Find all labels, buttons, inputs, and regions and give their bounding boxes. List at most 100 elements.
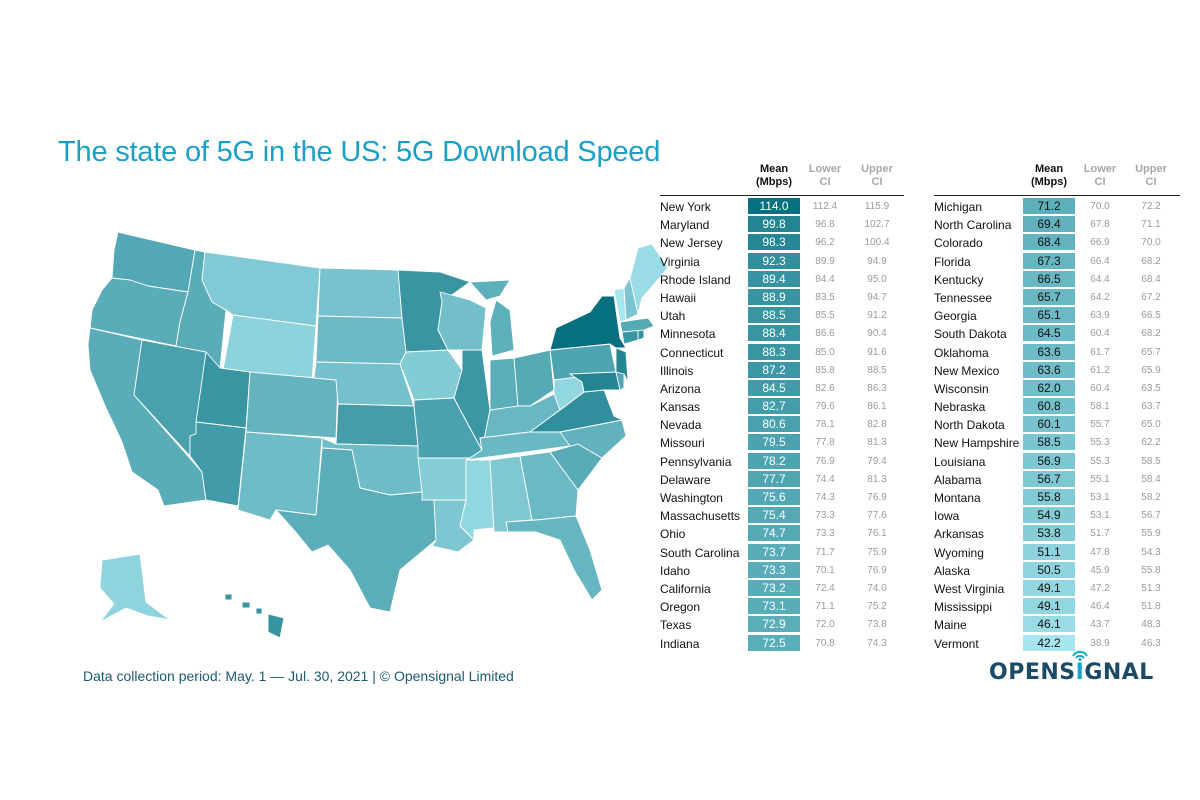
- lower-ci-value: 96.8: [815, 219, 835, 231]
- header-lower-ci: Lower CI: [808, 163, 842, 188]
- mean-speed-cell: 53.8: [1023, 525, 1075, 543]
- state-name: Indiana: [660, 636, 700, 651]
- table-rows: New York 114.0 112.4 115.9 Maryland 99.8 96.8 1…: [660, 198, 904, 653]
- mean-speed-cell: 87.2: [748, 361, 800, 379]
- table-row: Maine 46.1 43.7 48.3: [934, 616, 1180, 634]
- mean-speed-cell: 58.5: [1023, 434, 1075, 452]
- table-row: Arizona 84.5 82.6 86.3: [660, 379, 904, 398]
- header-mean: Mean (Mbps): [1030, 163, 1068, 188]
- state-name: Wisconsin: [934, 381, 989, 396]
- mean-speed-cell: 49.1: [1023, 579, 1075, 597]
- state-name: Louisiana: [934, 454, 986, 469]
- state-name: West Virginia: [934, 581, 1005, 596]
- lower-ci-value: 66.4: [1090, 255, 1110, 267]
- table-row: Mississippi 49.1 46.4 51.8: [934, 598, 1180, 616]
- upper-ci-value: 77.6: [867, 510, 887, 522]
- header-upper-ci: Upper CI: [1135, 163, 1167, 188]
- state-name: Nevada: [660, 418, 702, 433]
- lower-ci-value: 74.3: [815, 492, 835, 503]
- mean-speed-cell: 73.2: [748, 579, 800, 597]
- logo-signal-i: I: [1071, 650, 1088, 685]
- mean-speed-cell: 51.1: [1023, 543, 1075, 561]
- table-row: California 73.2 72.4 74.0: [660, 579, 904, 598]
- state-name: Missouri: [660, 436, 705, 451]
- upper-ci-value: 48.3: [1141, 619, 1161, 631]
- upper-ci-value: 76.9: [867, 492, 887, 503]
- upper-ci-value: 100.4: [864, 237, 890, 249]
- lower-ci-value: 61.7: [1090, 346, 1110, 358]
- table-row: Wisconsin 62.0 60.4 63.5: [934, 379, 1180, 398]
- table-row: Maryland 99.8 96.8 102.7: [660, 216, 904, 234]
- state-name: Vermont: [934, 636, 979, 651]
- state-name: California: [660, 581, 711, 596]
- table-row: Nebraska 60.8 58.1 63.7: [934, 398, 1180, 416]
- mean-speed-cell: 73.7: [748, 543, 800, 561]
- table-row: Florida 67.3 66.4 68.2: [934, 252, 1180, 271]
- mean-speed-cell: 63.6: [1023, 361, 1075, 379]
- lower-ci-value: 58.1: [1090, 401, 1110, 413]
- table-row: West Virginia 49.1 47.2 51.3: [934, 579, 1180, 598]
- state-name: Kentucky: [934, 272, 984, 287]
- mean-speed-cell: 56.9: [1023, 452, 1075, 470]
- upper-ci-value: 115.9: [864, 201, 890, 212]
- upper-ci-value: 62.2: [1141, 437, 1161, 449]
- mean-speed-cell: 75.4: [748, 507, 800, 525]
- mean-speed-cell: 88.9: [748, 288, 800, 306]
- state-name: Colorado: [934, 236, 983, 251]
- mean-speed-cell: 50.5: [1023, 561, 1075, 579]
- upper-ci-value: 76.9: [867, 564, 887, 576]
- state-new-york: [549, 295, 627, 351]
- state-name: Pennsylvania: [660, 454, 732, 469]
- mean-speed-cell: 114.0: [748, 198, 800, 215]
- mean-speed-cell: 54.9: [1023, 507, 1075, 525]
- table-row: South Carolina 73.7 71.7 75.9: [660, 543, 904, 562]
- upper-ci-value: 56.7: [1141, 510, 1161, 522]
- upper-ci-value: 79.4: [867, 455, 887, 467]
- mean-speed-cell: 42.2: [1023, 634, 1075, 652]
- table-row: North Carolina 69.4 67.8 71.1: [934, 216, 1180, 234]
- data-source-footer: Data collection period: May. 1 — Jul. 30…: [83, 668, 514, 684]
- lower-ci-value: 76.9: [815, 455, 835, 467]
- state-colorado: [245, 371, 339, 439]
- mean-speed-cell: 60.1: [1023, 416, 1075, 434]
- table-row: Connecticut 88.3 85.0 91.6: [660, 343, 904, 362]
- mean-speed-cell: 74.7: [748, 525, 800, 543]
- table-row: Vermont 42.2 38.9 46.3: [934, 634, 1180, 653]
- mean-speed-cell: 72.9: [748, 616, 800, 634]
- table-row: Nevada 80.6 78.1 82.8: [660, 416, 904, 434]
- mean-speed-cell: 88.3: [748, 343, 800, 361]
- upper-ci-value: 58.4: [1141, 473, 1161, 485]
- upper-ci-value: 71.1: [1141, 219, 1161, 231]
- mean-speed-cell: 62.0: [1023, 379, 1075, 397]
- state-hawaii: [224, 593, 285, 639]
- mean-speed-cell: 78.2: [748, 452, 800, 470]
- table-row: New York 114.0 112.4 115.9: [660, 198, 904, 216]
- upper-ci-value: 74.0: [867, 582, 887, 594]
- lower-ci-value: 89.9: [815, 255, 835, 267]
- state-name: Florida: [934, 254, 971, 269]
- table-row: Alabama 56.7 55.1 58.4: [934, 470, 1180, 489]
- upper-ci-value: 67.2: [1141, 291, 1161, 303]
- upper-ci-value: 86.1: [867, 401, 887, 413]
- state-name: Iowa: [934, 509, 960, 524]
- state-name: Massachusetts: [660, 509, 741, 524]
- lower-ci-value: 55.3: [1090, 437, 1110, 449]
- upper-ci-value: 75.9: [867, 546, 887, 558]
- table-row: South Dakota 64.5 60.4 68.2: [934, 325, 1180, 343]
- state-name: North Carolina: [934, 218, 1012, 233]
- lower-ci-value: 51.7: [1090, 528, 1110, 540]
- upper-ci-value: 63.7: [1141, 401, 1161, 413]
- table-row: Kansas 82.7 79.6 86.1: [660, 398, 904, 416]
- state-name: Oregon: [660, 600, 701, 615]
- upper-ci-value: 68.2: [1141, 255, 1161, 267]
- table-row: New Mexico 63.6 61.2 65.9: [934, 361, 1180, 380]
- state-name: North Dakota: [934, 418, 1005, 433]
- lower-ci-value: 43.7: [1090, 619, 1110, 631]
- table-row: Colorado 68.4 66.9 70.0: [934, 234, 1180, 252]
- lower-ci-value: 72.0: [815, 619, 835, 631]
- upper-ci-value: 55.9: [1141, 528, 1161, 540]
- upper-ci-value: 70.0: [1141, 237, 1161, 249]
- lower-ci-value: 85.8: [815, 364, 835, 376]
- state-name: Oklahoma: [934, 345, 989, 360]
- state-name: Arizona: [660, 381, 701, 396]
